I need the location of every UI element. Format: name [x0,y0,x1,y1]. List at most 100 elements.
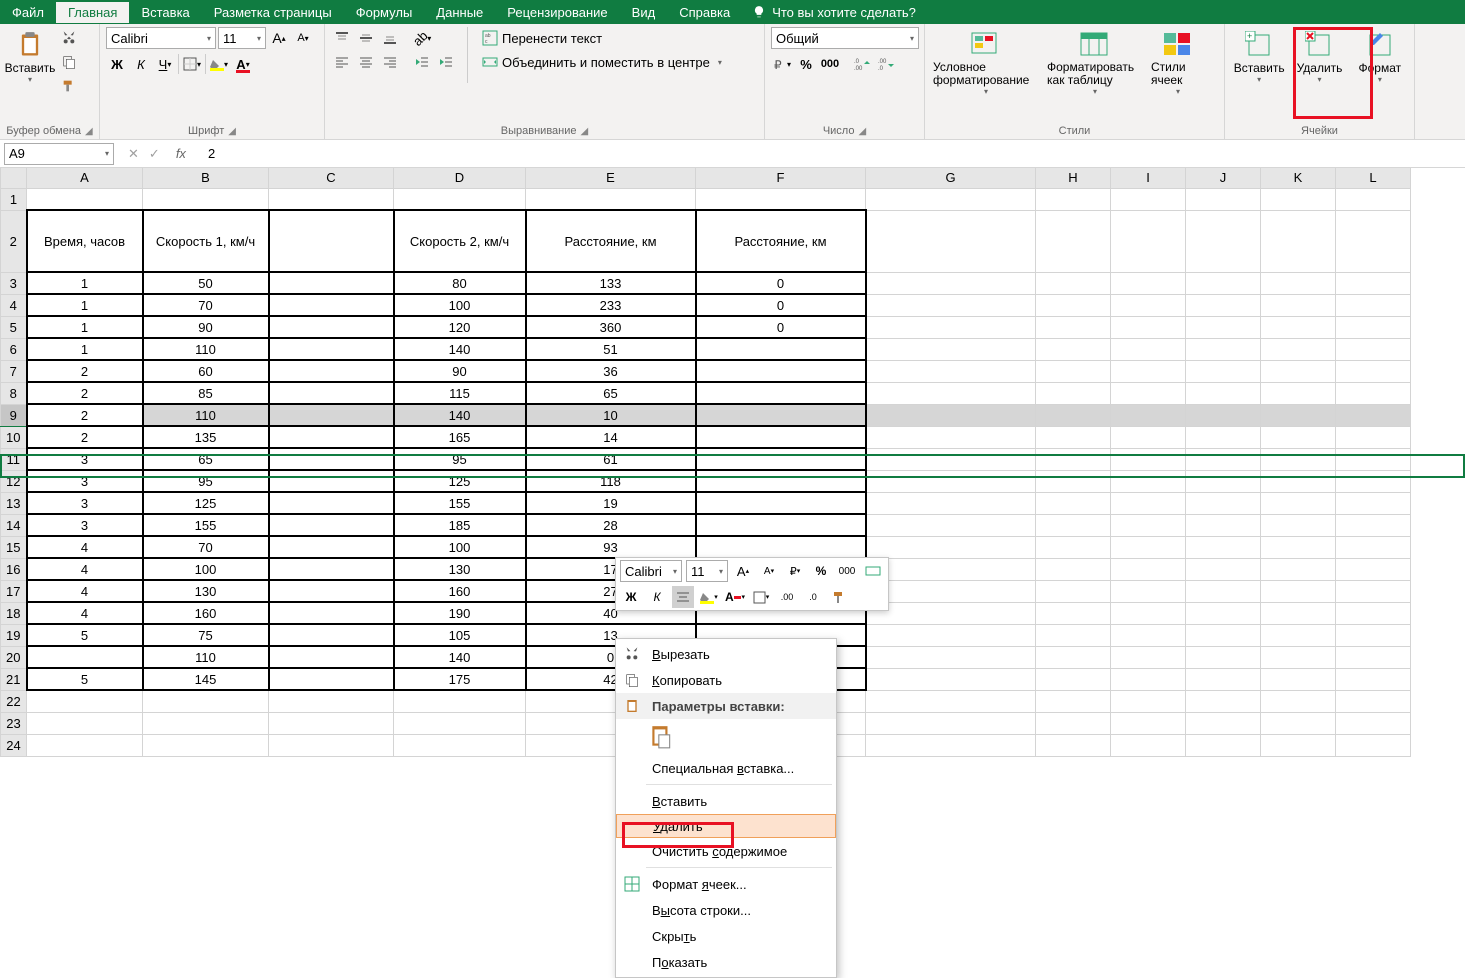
col-head-D[interactable]: D [394,168,526,188]
cell-C20[interactable] [269,646,394,668]
mini-font-combo[interactable]: Calibri▾ [620,560,682,582]
cell-H6[interactable] [1036,338,1111,360]
cell-J19[interactable] [1186,624,1261,646]
bold-button[interactable]: Ж [106,53,128,75]
row-head-22[interactable]: 22 [1,690,27,712]
cell-H15[interactable] [1036,536,1111,558]
cell-B11[interactable]: 65 [143,448,269,470]
merge-center-button[interactable]: Объединить и поместить в центре▾ [478,51,726,73]
cell-E13[interactable]: 19 [526,492,696,514]
cell-F6[interactable] [696,338,866,360]
cell-I1[interactable] [1111,188,1186,210]
align-top-button[interactable] [331,27,353,49]
cell-G20[interactable] [866,646,1036,668]
percent-button[interactable]: % [795,53,817,75]
cell-D6[interactable]: 140 [394,338,526,360]
cell-B9[interactable]: 110 [143,404,269,426]
row-head-16[interactable]: 16 [1,558,27,580]
cell-F15[interactable] [696,536,866,558]
cell-F4[interactable]: 0 [696,294,866,316]
cell-I14[interactable] [1111,514,1186,536]
paste-button[interactable]: Вставить ▾ [6,27,54,86]
cell-K24[interactable] [1261,734,1336,756]
ctx-clear[interactable]: Очистить содержимое [616,838,836,864]
cell-F5[interactable]: 0 [696,316,866,338]
mini-inc-decimal[interactable]: .00 [776,586,798,608]
cell-I18[interactable] [1111,602,1186,624]
cell-E8[interactable]: 65 [526,382,696,404]
cell-I16[interactable] [1111,558,1186,580]
ctx-paste-option-default[interactable] [616,719,836,755]
ctx-row-height[interactable]: Высота строки... [616,897,836,923]
formula-input[interactable]: 2 [202,146,1465,161]
cell-D12[interactable]: 125 [394,470,526,492]
cell-I21[interactable] [1111,668,1186,690]
cell-A8[interactable]: 2 [27,382,143,404]
cell-H10[interactable] [1036,426,1111,448]
row-head-1[interactable]: 1 [1,188,27,210]
cell-G9[interactable] [866,404,1036,426]
cell-K21[interactable] [1261,668,1336,690]
cell-C12[interactable] [269,470,394,492]
cell-L6[interactable] [1336,338,1411,360]
cell-A7[interactable]: 2 [27,360,143,382]
cell-K5[interactable] [1261,316,1336,338]
cell-L21[interactable] [1336,668,1411,690]
row-head-2[interactable]: 2 [1,210,27,272]
conditional-formatting-button[interactable]: Условное форматирование▾ [931,27,1041,98]
cell-D13[interactable]: 155 [394,492,526,514]
cell-L17[interactable] [1336,580,1411,602]
cell-F3[interactable]: 0 [696,272,866,294]
cell-B14[interactable]: 155 [143,514,269,536]
cell-B10[interactable]: 135 [143,426,269,448]
cell-G5[interactable] [866,316,1036,338]
cell-K20[interactable] [1261,646,1336,668]
cell-K2[interactable] [1261,210,1336,272]
cell-G1[interactable] [866,188,1036,210]
cell-L1[interactable] [1336,188,1411,210]
cell-A14[interactable]: 3 [27,514,143,536]
col-head-H[interactable]: H [1036,168,1111,188]
cell-F10[interactable] [696,426,866,448]
cell-I23[interactable] [1111,712,1186,734]
cell-D5[interactable]: 120 [394,316,526,338]
col-head-I[interactable]: I [1111,168,1186,188]
cell-B8[interactable]: 85 [143,382,269,404]
ctx-show[interactable]: Показать [616,949,836,975]
cell-H20[interactable] [1036,646,1111,668]
cell-K10[interactable] [1261,426,1336,448]
col-head-L[interactable]: L [1336,168,1411,188]
cell-J11[interactable] [1186,448,1261,470]
align-center-button[interactable] [355,51,377,73]
dialog-launcher-icon[interactable]: ◢ [228,126,236,137]
row-head-18[interactable]: 18 [1,602,27,624]
cell-L18[interactable] [1336,602,1411,624]
wrap-text-button[interactable]: abc Перенести текст [478,27,726,49]
cell-A13[interactable]: 3 [27,492,143,514]
cell-E10[interactable]: 14 [526,426,696,448]
cell-C7[interactable] [269,360,394,382]
cell-H2[interactable] [1036,210,1111,272]
cell-K23[interactable] [1261,712,1336,734]
cell-K12[interactable] [1261,470,1336,492]
cell-B24[interactable] [143,734,269,756]
cell-D24[interactable] [394,734,526,756]
row-head-10[interactable]: 10 [1,426,27,448]
cell-H14[interactable] [1036,514,1111,536]
cell-A19[interactable]: 5 [27,624,143,646]
cell-D18[interactable]: 190 [394,602,526,624]
mini-bold[interactable]: Ж [620,586,642,608]
align-middle-button[interactable] [355,27,377,49]
cell-F11[interactable] [696,448,866,470]
cell-I10[interactable] [1111,426,1186,448]
cell-G19[interactable] [866,624,1036,646]
cell-J1[interactable] [1186,188,1261,210]
cell-F12[interactable] [696,470,866,492]
cell-G23[interactable] [866,712,1036,734]
font-size-combo[interactable]: 11▾ [218,27,266,49]
tab-Главная[interactable]: Главная [56,2,129,23]
col-head-B[interactable]: B [143,168,269,188]
cell-J18[interactable] [1186,602,1261,624]
col-head-K[interactable]: K [1261,168,1336,188]
cell-B20[interactable]: 110 [143,646,269,668]
